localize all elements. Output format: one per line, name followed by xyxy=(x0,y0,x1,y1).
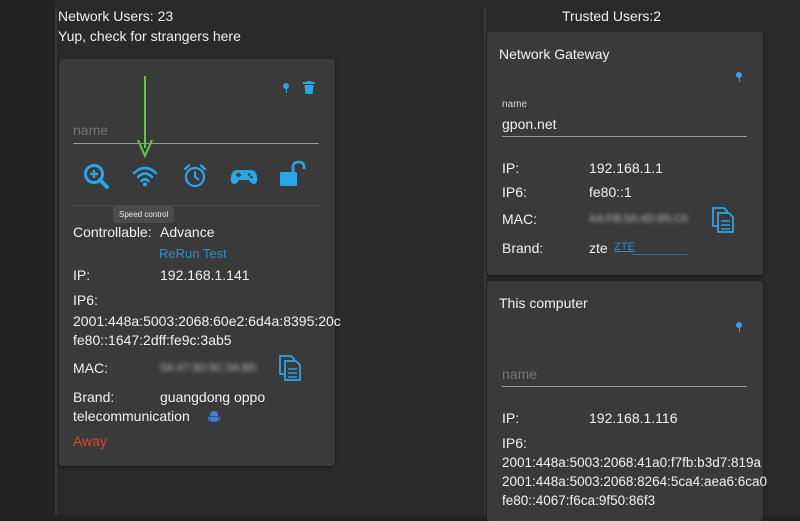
brand-link-underline xyxy=(632,254,687,255)
network-users-count: Network Users: 23 xyxy=(58,8,174,24)
ip-value: 192.168.1.1 xyxy=(589,160,663,176)
pin-icon[interactable] xyxy=(283,83,289,93)
ip6-label: IP6: xyxy=(73,292,98,308)
annotation-arrow xyxy=(137,76,153,158)
name-underline xyxy=(73,143,319,144)
column-divider xyxy=(55,8,57,515)
ip6-value: fe80::4067:f6ca:9f50:86f3 xyxy=(502,493,656,508)
copy-icon[interactable] xyxy=(712,207,734,233)
card-title: This computer xyxy=(499,295,588,311)
android-icon xyxy=(208,411,220,422)
mac-value: AA:FB:5A:4D:B5:C6 xyxy=(589,213,689,225)
controllable-value: Advance xyxy=(160,224,215,240)
ip-value: 192.168.1.141 xyxy=(160,267,250,283)
ip6-value: 2001:448a:5003:2068:60e2:6d4a:8395:20c xyxy=(73,313,341,329)
alarm-clock-icon[interactable] xyxy=(181,162,209,190)
actions-separator xyxy=(73,205,321,206)
ip-label: IP: xyxy=(502,410,520,426)
ip6-label: IP6: xyxy=(502,184,527,200)
ip6-value: fe80::1647:2dff:fe9c:3ab5 xyxy=(73,332,232,348)
gateway-card: Network Gateway name gpon.net IP: 192.16… xyxy=(487,32,763,275)
ip-label: IP: xyxy=(73,267,91,283)
ip-label: IP: xyxy=(502,160,520,176)
pin-icon[interactable] xyxy=(736,72,742,82)
name-underline xyxy=(502,386,747,387)
brand-value-continued: telecommunication xyxy=(73,408,190,424)
device-card: Speed control Controllable: Advance ReRu… xyxy=(59,59,341,466)
network-users-subtitle: Yup, check for strangers here xyxy=(58,28,241,44)
brand-value: guangdong oppo xyxy=(160,389,266,405)
computer-card: This computer IP: 192.168.1.116 IP6: 200… xyxy=(487,281,767,521)
unlock-icon[interactable] xyxy=(279,160,307,188)
copy-icon[interactable] xyxy=(279,355,301,381)
mac-label: MAC: xyxy=(73,360,108,376)
brand-label: Brand: xyxy=(502,240,544,256)
ip6-label: IP6: xyxy=(502,435,527,451)
ip6-value: fe80::1 xyxy=(589,184,632,200)
pin-icon[interactable] xyxy=(736,322,742,332)
card-title: Network Gateway xyxy=(499,46,610,62)
name-field-label: name xyxy=(502,99,528,110)
trusted-users-count: Trusted Users:2 xyxy=(562,8,662,24)
speed-control-tooltip: Speed control xyxy=(113,206,175,223)
mac-value: 5A:47:3D:9C:3A:B5 xyxy=(160,362,257,374)
gamepad-icon[interactable] xyxy=(230,162,258,190)
controllable-label: Controllable: xyxy=(73,224,152,240)
zoom-in-icon[interactable] xyxy=(82,162,110,190)
mac-label: MAC: xyxy=(502,211,537,227)
ip6-value: 2001:448a:5003:2068:8264:5ca4:aea6:6ca0 xyxy=(502,474,767,489)
name-field-value[interactable]: gpon.net xyxy=(502,116,557,132)
ip6-value: 2001:448a:5003:2068:41a0:f7fb:b3d7:819a xyxy=(502,455,761,470)
column-divider xyxy=(484,8,486,515)
brand-label: Brand: xyxy=(73,389,115,405)
wifi-icon[interactable] xyxy=(131,162,159,190)
brand-value: zte xyxy=(589,240,608,256)
name-underline xyxy=(502,136,747,137)
ip-value: 192.168.1.116 xyxy=(589,410,678,426)
trash-icon[interactable] xyxy=(303,81,315,94)
device-name-input[interactable] xyxy=(73,117,319,143)
computer-name-input[interactable] xyxy=(502,363,747,385)
brand-link[interactable]: ZTE xyxy=(614,241,635,253)
status-text: Away xyxy=(73,433,107,449)
rerun-test-link[interactable]: ReRun Test xyxy=(159,246,227,261)
